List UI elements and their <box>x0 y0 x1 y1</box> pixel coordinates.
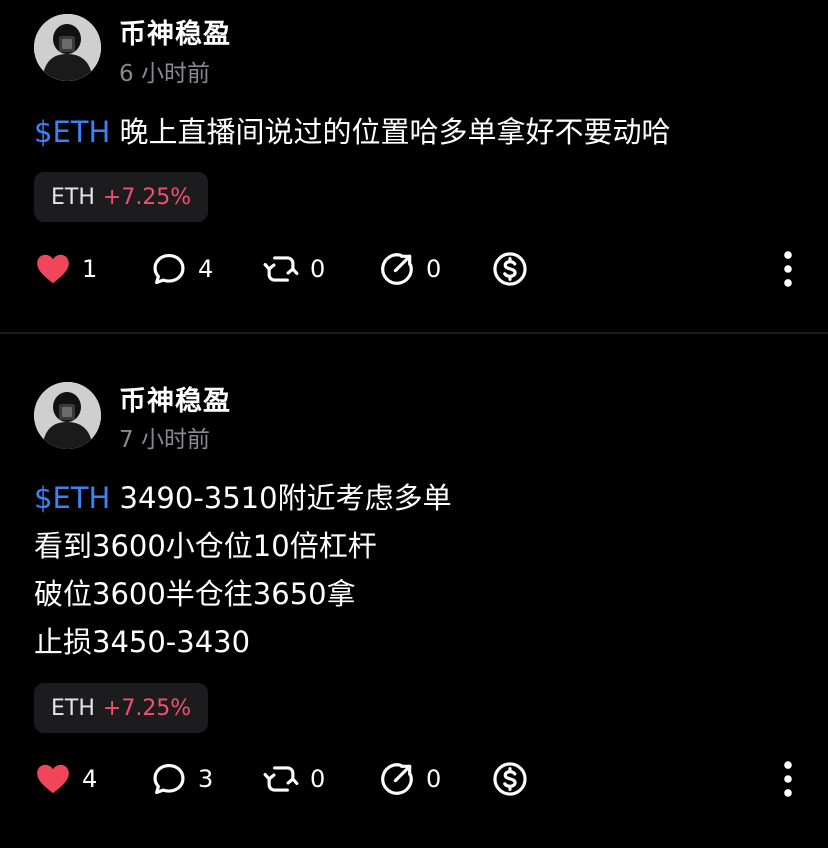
share-icon <box>378 760 416 798</box>
ticker-chip[interactable]: ETH +7.25% <box>34 683 209 733</box>
tip-button[interactable] <box>491 244 529 294</box>
post-card[interactable]: 币神稳盈 6 小时前 $ETH 晚上直播间说过的位置哈多单拿好不要动哈 ETH … <box>0 0 828 333</box>
repost-button[interactable]: 0 <box>262 754 325 804</box>
post-time: 7 小时前 <box>119 427 210 453</box>
comment-bubble-icon <box>150 760 188 798</box>
post-feed: 币神稳盈 6 小时前 $ETH 晚上直播间说过的位置哈多单拿好不要动哈 ETH … <box>0 0 828 848</box>
share-count: 0 <box>426 255 442 283</box>
comment-bubble-icon <box>150 250 188 288</box>
comment-count: 3 <box>198 765 214 793</box>
like-count: 1 <box>82 255 98 283</box>
post-time: 6 小时前 <box>119 61 210 87</box>
content-line: 破位3600半仓往3650拿 <box>34 577 356 611</box>
avatar-image <box>34 14 101 81</box>
repost-count: 0 <box>310 765 326 793</box>
more-options-button[interactable] <box>778 244 798 294</box>
avatar-image <box>34 382 101 449</box>
share-button[interactable]: 0 <box>378 244 441 294</box>
cashtag-link[interactable]: $ETH <box>34 481 110 515</box>
dollar-coin-icon <box>491 760 529 798</box>
content-line: $ETH 3490-3510附近考虑多单 <box>34 474 798 522</box>
like-button[interactable]: 4 <box>34 754 97 804</box>
ticker-change: +7.25% <box>102 184 192 210</box>
action-bar: 4 3 0 0 <box>34 754 798 804</box>
content-line: 止损3450-3430 <box>34 625 251 659</box>
comment-button[interactable]: 4 <box>150 244 213 294</box>
repost-button[interactable]: 0 <box>262 244 325 294</box>
content-line: 看到3600小仓位10倍杠杆 <box>34 529 377 563</box>
share-button[interactable]: 0 <box>378 754 441 804</box>
content-line: $ETH 晚上直播间说过的位置哈多单拿好不要动哈 <box>34 108 798 156</box>
post-content: $ETH 晚上直播间说过的位置哈多单拿好不要动哈 <box>34 108 798 156</box>
avatar[interactable] <box>34 382 101 449</box>
ticker-symbol: ETH <box>51 184 95 210</box>
repost-icon <box>262 250 300 288</box>
ticker-change: +7.25% <box>102 695 192 721</box>
author-name[interactable]: 币神稳盈 <box>119 12 231 51</box>
vertical-ellipsis-icon <box>778 760 798 798</box>
comment-button[interactable]: 3 <box>150 754 213 804</box>
cashtag-link[interactable]: $ETH <box>34 115 110 149</box>
comment-count: 4 <box>198 255 214 283</box>
share-count: 0 <box>426 765 442 793</box>
dollar-coin-icon <box>491 250 529 288</box>
vertical-ellipsis-icon <box>778 250 798 288</box>
post-content: $ETH 3490-3510附近考虑多单 看到3600小仓位10倍杠杆 破位36… <box>34 474 798 666</box>
share-icon <box>378 250 416 288</box>
more-options-button[interactable] <box>778 754 798 804</box>
post-card[interactable]: 币神稳盈 7 小时前 $ETH 3490-3510附近考虑多单 看到3600小仓… <box>0 334 828 848</box>
heart-icon <box>34 250 72 288</box>
heart-icon <box>34 760 72 798</box>
tip-button[interactable] <box>491 754 529 804</box>
author-name[interactable]: 币神稳盈 <box>119 379 231 418</box>
action-bar: 1 4 0 0 <box>34 244 798 294</box>
like-count: 4 <box>82 765 98 793</box>
ticker-symbol: ETH <box>51 695 95 721</box>
ticker-chip[interactable]: ETH +7.25% <box>34 172 209 222</box>
avatar[interactable] <box>34 14 101 81</box>
content-text: 晚上直播间说过的位置哈多单拿好不要动哈 <box>119 115 671 149</box>
like-button[interactable]: 1 <box>34 244 97 294</box>
repost-count: 0 <box>310 255 326 283</box>
content-text: 3490-3510附近考虑多单 <box>119 481 452 515</box>
repost-icon <box>262 760 300 798</box>
